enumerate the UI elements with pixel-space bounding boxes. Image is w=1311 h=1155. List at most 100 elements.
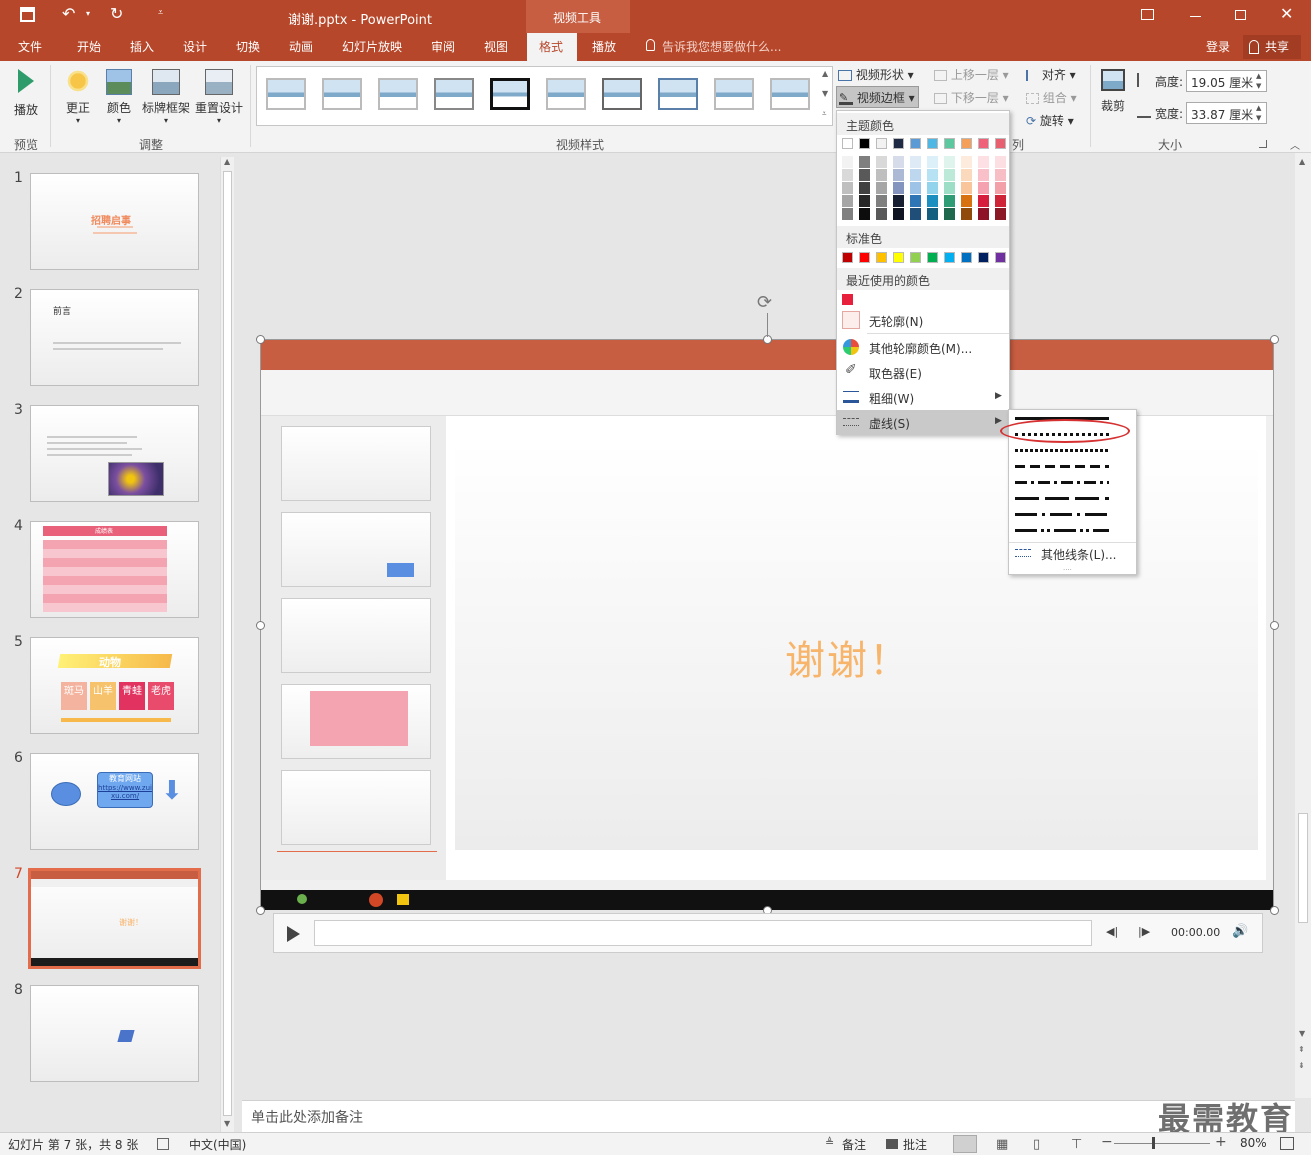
theme-color-swatch[interactable]: [978, 138, 989, 149]
standard-color-swatch[interactable]: [859, 252, 870, 263]
theme-color-shade-swatch[interactable]: [978, 208, 989, 220]
theme-color-swatch[interactable]: [859, 138, 870, 149]
slide-thumbnail-4[interactable]: 成绩表: [30, 521, 199, 618]
video-style-6[interactable]: [546, 78, 586, 110]
theme-color-shade-swatch[interactable]: [893, 208, 904, 220]
tab-transitions[interactable]: 切换: [236, 38, 260, 55]
theme-color-swatch[interactable]: [995, 138, 1006, 149]
theme-color-swatch[interactable]: [927, 138, 938, 149]
player-step-back-icon[interactable]: ◀|: [1106, 925, 1118, 938]
theme-color-shade-swatch[interactable]: [944, 182, 955, 194]
video-shape-button[interactable]: 视频形状 ▾: [838, 66, 914, 83]
resize-grip-icon[interactable]: ····: [1063, 566, 1072, 574]
theme-color-swatch[interactable]: [876, 138, 887, 149]
theme-color-shade-swatch[interactable]: [876, 182, 887, 194]
slide-thumbnail-8[interactable]: [30, 985, 199, 1082]
main-scroll-down-icon[interactable]: ▼: [1299, 1029, 1305, 1038]
zoom-out-icon[interactable]: −: [1101, 1134, 1113, 1150]
tell-me-search[interactable]: 告诉我您想要做什么...: [662, 38, 781, 55]
theme-color-shade-swatch[interactable]: [944, 208, 955, 220]
theme-color-shade-swatch[interactable]: [978, 156, 989, 168]
zoom-slider-thumb[interactable]: [1152, 1137, 1155, 1149]
resize-handle-ml[interactable]: [256, 621, 265, 630]
resize-handle-br[interactable]: [1270, 906, 1279, 915]
notes-toggle-icon[interactable]: ≜: [825, 1136, 834, 1149]
tab-view[interactable]: 视图: [484, 38, 508, 55]
theme-color-shade-swatch[interactable]: [944, 169, 955, 181]
size-dialog-launcher-icon[interactable]: [1259, 140, 1267, 148]
resize-handle-tl[interactable]: [256, 335, 265, 344]
video-style-8[interactable]: [658, 78, 698, 110]
tab-playback[interactable]: 播放: [592, 38, 616, 55]
tab-insert[interactable]: 插入: [130, 38, 154, 55]
main-scroll-thumb[interactable]: [1298, 813, 1308, 923]
theme-color-shade-swatch[interactable]: [995, 156, 1006, 168]
theme-color-shade-swatch[interactable]: [961, 195, 972, 207]
standard-color-swatch[interactable]: [927, 252, 938, 263]
theme-color-shade-swatch[interactable]: [893, 195, 904, 207]
standard-color-swatch[interactable]: [910, 252, 921, 263]
more-outline-colors-item[interactable]: 其他轮廓颜色(M)...: [837, 335, 1009, 360]
language-indicator[interactable]: 中文(中国): [189, 1136, 246, 1153]
standard-color-swatch[interactable]: [995, 252, 1006, 263]
slide-thumbnail-5[interactable]: 动物 斑马 山羊 青蛙 老虎: [30, 637, 199, 734]
normal-view-icon[interactable]: [953, 1135, 977, 1153]
close-icon[interactable]: ✕: [1280, 4, 1293, 23]
theme-color-swatch[interactable]: [961, 138, 972, 149]
video-style-4[interactable]: [434, 78, 474, 110]
video-styles-gallery[interactable]: ▲ ▼ ⩡: [256, 66, 833, 126]
theme-color-shade-swatch[interactable]: [842, 182, 853, 194]
save-icon[interactable]: [20, 7, 35, 22]
theme-color-shade-swatch[interactable]: [961, 208, 972, 220]
theme-color-swatch[interactable]: [893, 138, 904, 149]
notes-toggle-button[interactable]: 备注: [842, 1136, 866, 1153]
dashes-item[interactable]: 虚线(S) ▶: [837, 410, 1009, 435]
video-style-1[interactable]: [266, 78, 306, 110]
theme-color-shade-swatch[interactable]: [842, 208, 853, 220]
zoom-slider[interactable]: [1114, 1137, 1210, 1149]
video-style-7[interactable]: [602, 78, 642, 110]
theme-color-swatch[interactable]: [944, 138, 955, 149]
tab-design[interactable]: 设计: [183, 38, 207, 55]
theme-color-shade-swatch[interactable]: [978, 169, 989, 181]
theme-color-shade-swatch[interactable]: [842, 195, 853, 207]
more-lines-item[interactable]: 其他线条(L)...: [1041, 546, 1117, 563]
theme-color-shade-swatch[interactable]: [910, 182, 921, 194]
undo-icon[interactable]: ↶: [62, 4, 75, 23]
slide-thumbnail-6[interactable]: 教育网站 https://www.zuixu.com/ ⬇: [30, 753, 199, 850]
tab-format[interactable]: 格式: [539, 38, 563, 55]
theme-color-shade-swatch[interactable]: [859, 208, 870, 220]
comments-button[interactable]: 批注: [903, 1136, 927, 1153]
crop-button[interactable]: 裁剪: [1096, 67, 1130, 114]
theme-color-shade-swatch[interactable]: [893, 182, 904, 194]
theme-color-shade-swatch[interactable]: [927, 182, 938, 194]
theme-color-shade-swatch[interactable]: [842, 156, 853, 168]
video-border-button[interactable]: ✎ 视频边框 ▾: [836, 86, 919, 108]
rotate-button[interactable]: ⟳ 旋转 ▾: [1026, 112, 1074, 129]
ribbon-display-options-icon[interactable]: [1141, 9, 1154, 20]
theme-color-shade-swatch[interactable]: [876, 169, 887, 181]
undo-dropdown-icon[interactable]: ▾: [86, 9, 90, 18]
minimize-icon[interactable]: [1190, 16, 1201, 17]
standard-color-swatch[interactable]: [893, 252, 904, 263]
tab-animations[interactable]: 动画: [289, 38, 313, 55]
theme-color-shade-swatch[interactable]: [842, 169, 853, 181]
zoom-in-icon[interactable]: +: [1215, 1134, 1227, 1150]
play-button[interactable]: 播放: [10, 67, 42, 118]
theme-color-shade-swatch[interactable]: [859, 156, 870, 168]
theme-color-shade-swatch[interactable]: [927, 156, 938, 168]
width-input[interactable]: 33.87 厘米 ▲ ▼: [1186, 102, 1267, 124]
width-spinner[interactable]: ▲ ▼: [1256, 103, 1261, 123]
theme-color-shade-swatch[interactable]: [961, 156, 972, 168]
reading-view-icon[interactable]: ▯: [1033, 1137, 1040, 1152]
dash-long-dash-dot-dot[interactable]: [1015, 529, 1109, 532]
video-style-2[interactable]: [322, 78, 362, 110]
theme-color-shade-swatch[interactable]: [995, 182, 1006, 194]
theme-color-shade-swatch[interactable]: [876, 208, 887, 220]
theme-color-shade-swatch[interactable]: [910, 195, 921, 207]
theme-color-shade-swatch[interactable]: [978, 182, 989, 194]
theme-color-swatch[interactable]: [910, 138, 921, 149]
video-style-10[interactable]: [770, 78, 810, 110]
gallery-scroll-down-icon[interactable]: ▼: [822, 89, 828, 98]
main-scroll-up-icon[interactable]: ▲: [1299, 157, 1305, 166]
